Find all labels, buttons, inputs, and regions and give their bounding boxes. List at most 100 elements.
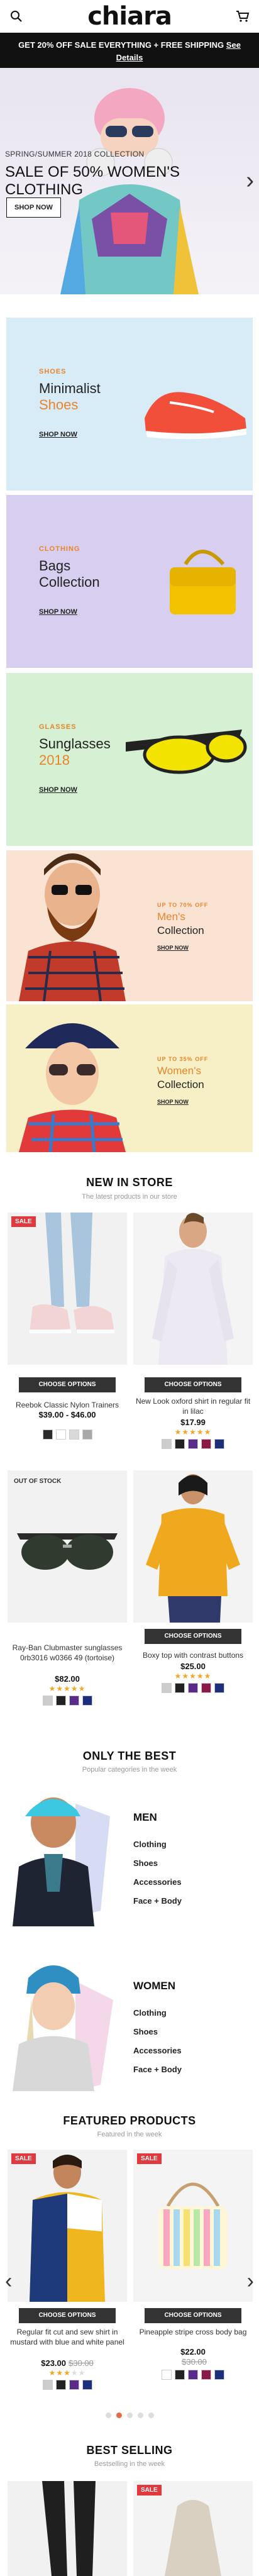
banner-bags[interactable]: CLOTHING Bags Collection SHOP NOW [6,495,253,668]
category-link[interactable]: Clothing [133,2004,182,2023]
color-swatch[interactable] [214,1439,224,1449]
choose-options-button[interactable]: CHOOSE OPTIONS [19,1377,116,1392]
product-card[interactable]: OUT OF STOCK Ray-Ban Clubmaster sunglass… [8,1470,127,1722]
product-image[interactable] [133,1213,253,1365]
banner-women[interactable]: UP TO 35% OFF Women's Collection SHOP NO… [6,1004,253,1152]
choose-options-button[interactable]: CHOOSE OPTIONS [145,1377,241,1392]
carousel-next-arrow-icon[interactable]: › [247,2270,254,2292]
category-heading[interactable]: MEN [133,1811,182,1824]
banner-title-accent: Collection [157,1079,204,1091]
category-heading[interactable]: WOMEN [133,1980,182,1992]
men-category-image[interactable] [6,1785,126,1926]
choose-options-button[interactable]: CHOOSE OPTIONS [145,2308,241,2323]
color-swatch[interactable] [162,1439,172,1449]
banner-title-accent: Shoes [39,397,79,413]
color-swatch[interactable] [201,2370,211,2380]
category-link[interactable]: Shoes [133,1854,182,1873]
category-link[interactable]: Accessories [133,1873,182,1892]
product-rating: ★★★★★ [174,1672,212,1680]
color-swatch[interactable] [201,1683,211,1693]
category-link[interactable]: Clothing [133,1835,182,1854]
product-rating: ★★★★★ [48,1684,86,1693]
site-logo[interactable]: chiara [87,0,172,33]
product-image[interactable]: SALE [8,1213,127,1365]
product-name[interactable]: Reebok Classic Nylon Trainers [8,1400,127,1410]
color-swatch[interactable] [69,2380,79,2390]
color-swatch[interactable] [42,1696,53,1706]
carousel-prev-arrow-icon[interactable]: ‹ [5,2270,12,2292]
color-swatch[interactable] [55,1696,66,1706]
category-link[interactable]: Shoes [133,2023,182,2041]
banner-shop-now-link[interactable]: SHOP NOW [39,608,77,616]
category-link[interactable]: Face + Body [133,1892,182,1911]
color-swatch[interactable] [175,2370,185,2380]
banner-men[interactable]: UP TO 70% OFF Men's Collection SHOP NOW [6,850,253,1001]
color-swatch[interactable] [82,1430,92,1440]
women-category-image[interactable] [6,1950,126,2091]
banner-shop-now-link[interactable]: SHOP NOW [39,431,77,438]
product-name[interactable]: New Look oxford shirt in regular fit in … [133,1396,253,1416]
product-price: $25.00 [180,1662,206,1671]
product-rating: ★★★★★ [174,1428,212,1436]
product-name[interactable]: Regular fit cut and sew shirt in mustard… [8,2327,127,2347]
color-swatch[interactable] [175,1683,185,1693]
choose-options-button[interactable]: CHOOSE OPTIONS [145,1629,241,1644]
color-swatch[interactable] [42,2380,53,2390]
product-image[interactable] [133,1470,253,1623]
promo-bar: GET 20% OFF SALE EVERYTHING + FREE SHIPP… [0,33,259,68]
color-swatch[interactable] [201,1439,211,1449]
product-card[interactable]: CHOOSE OPTIONS New Look oxford shirt in … [133,1213,253,1449]
color-swatch[interactable] [188,2370,198,2380]
category-link[interactable]: Face + Body [133,2060,182,2079]
banner-title-accent: Collection [157,924,204,936]
product-card[interactable]: SALE CHOOSE OPTIONS Regular fit cut and … [8,2150,127,2401]
search-icon[interactable] [8,8,25,25]
color-swatch[interactable] [175,1439,185,1449]
cart-icon[interactable] [234,8,251,25]
product-name[interactable]: Pineapple stripe cross body bag [133,2327,253,2337]
hero-shop-now-button[interactable]: SHOP NOW [6,197,61,218]
carousel-dot[interactable] [105,2412,111,2418]
price-old: $30.00 [182,2357,207,2367]
product-image[interactable] [8,2481,127,2576]
color-swatch[interactable] [188,1439,198,1449]
product-image[interactable]: OUT OF STOCK [8,1470,127,1623]
banner-sunglasses[interactable]: GLASSES Sunglasses 2018 SHOP NOW [6,673,253,846]
banner-shoes[interactable]: SHOES Minimalist Shoes SHOP NOW [6,318,253,491]
carousel-dot-active[interactable] [116,2412,122,2418]
product-price: $82.00 [55,1674,80,1684]
color-swatch[interactable] [162,1683,172,1693]
color-swatch[interactable] [214,1683,224,1693]
color-swatch[interactable] [42,1430,53,1440]
promo-text: GET 20% OFF SALE EVERYTHING + FREE SHIPP… [18,40,224,50]
banner-shop-now-link[interactable]: SHOP NOW [157,945,189,951]
product-image[interactable]: SALE [133,2481,253,2576]
carousel-dot[interactable] [126,2412,133,2418]
carousel-dot[interactable] [137,2412,143,2418]
color-swatch[interactable] [69,1696,79,1706]
color-swatch[interactable] [82,2380,92,2390]
color-swatch[interactable] [82,1696,92,1706]
color-swatch[interactable] [55,2380,66,2390]
carousel-dot[interactable] [148,2412,154,2418]
product-image[interactable]: SALE [133,2150,253,2302]
hero-pretitle: SPRING/SUMMER 2018 COLLECTION [5,150,145,158]
color-swatch[interactable] [55,1430,66,1440]
product-name[interactable]: Boxy top with contrast buttons [133,1650,253,1660]
choose-options-button[interactable]: CHOOSE OPTIONS [19,2308,116,2323]
color-swatches [8,1430,127,1440]
product-name[interactable]: Ray-Ban Clubmaster sunglasses 0rb3016 w0… [8,1643,127,1663]
color-swatch[interactable] [188,1683,198,1693]
color-swatch[interactable] [214,2370,224,2380]
product-card[interactable]: SALE CHOOSE OPTIONS Pineapple stripe cro… [133,2150,253,2401]
banner-shop-now-link[interactable]: SHOP NOW [39,786,77,794]
category-link[interactable]: Accessories [133,2041,182,2060]
featured-title: FEATURED PRODUCTS [63,2114,196,2127]
banner-shop-now-link[interactable]: SHOP NOW [157,1099,189,1105]
color-swatch[interactable] [69,1430,79,1440]
color-swatch[interactable] [162,2370,172,2380]
product-card[interactable]: CHOOSE OPTIONS Boxy top with contrast bu… [133,1470,253,1722]
product-image[interactable]: SALE [8,2150,127,2302]
product-card[interactable]: SALE CHOOSE OPTIONS Reebok Classic Nylon… [8,1213,127,1440]
hero-next-arrow-icon[interactable]: › [246,169,254,192]
